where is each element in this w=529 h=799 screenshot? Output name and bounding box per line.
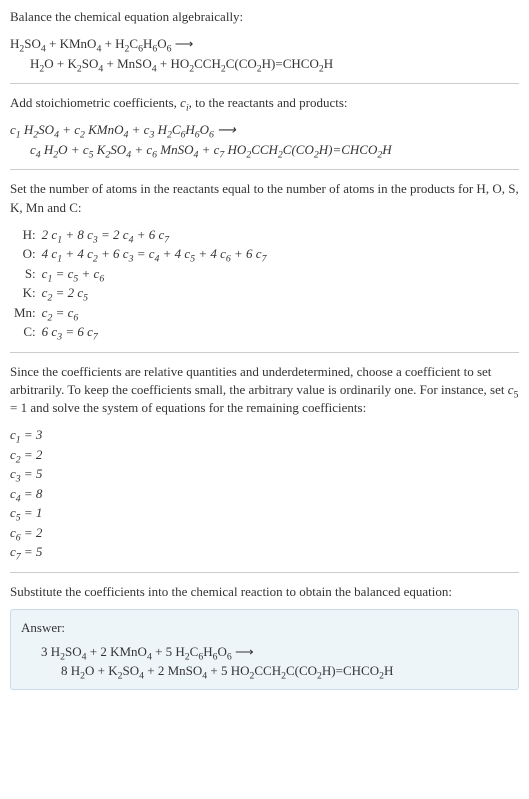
atoms-table: H: 2 c1 + 8 c3 = 2 c4 + 6 c7 O: 4 c1 + 4…	[14, 225, 266, 342]
divider	[10, 352, 519, 353]
atom-label: O:	[14, 244, 42, 264]
atom-label: K:	[14, 283, 42, 303]
atom-row: H: 2 c1 + 8 c3 = 2 c4 + 6 c7	[14, 225, 266, 245]
coefficients-list: c1 = 3 c2 = 2 c3 = 5 c4 = 8 c5 = 1 c6 = …	[10, 425, 519, 562]
atom-label: H:	[14, 225, 42, 245]
atom-label: S:	[14, 264, 42, 284]
atom-label: C:	[14, 322, 42, 342]
atom-equation: 2 c1 + 8 c3 = 2 c4 + 6 c7	[42, 225, 267, 245]
atom-row: C: 6 c3 = 6 c7	[14, 322, 266, 342]
answer-line1: 3 H2SO4 + 2 KMnO4 + 5 H2C6H6O6 ⟶	[41, 644, 254, 659]
divider	[10, 572, 519, 573]
atom-row: S: c1 = c5 + c6	[14, 264, 266, 284]
solve-intro: Since the coefficients are relative quan…	[10, 363, 519, 418]
eq2-line2: c4 H2O + c5 K2SO4 + c6 MnSO4 + c7 HO2CCH…	[10, 140, 519, 160]
coeff-row: c3 = 5	[10, 464, 519, 484]
atom-equation: 4 c1 + 4 c2 + 6 c3 = c4 + 4 c5 + 4 c6 + …	[42, 244, 267, 264]
equation-1: H2SO4 + KMnO4 + H2C6H6O6 ⟶ H2O + K2SO4 +…	[10, 34, 519, 73]
atom-equation: c2 = 2 c5	[42, 283, 267, 303]
eq2-line1: c1 H2SO4 + c2 KMnO4 + c3 H2C6H6O6 ⟶	[10, 122, 236, 137]
divider	[10, 169, 519, 170]
atom-label: Mn:	[14, 303, 42, 323]
coeff-row: c1 = 3	[10, 425, 519, 445]
equation-2: c1 H2SO4 + c2 KMnO4 + c3 H2C6H6O6 ⟶ c4 H…	[10, 120, 519, 159]
coeff-row: c7 = 5	[10, 542, 519, 562]
answer-equation: 3 H2SO4 + 2 KMnO4 + 5 H2C6H6O6 ⟶ 8 H2O +…	[21, 642, 508, 681]
answer-label: Answer:	[21, 618, 508, 638]
coeff-row: c4 = 8	[10, 484, 519, 504]
atom-row: K: c2 = 2 c5	[14, 283, 266, 303]
atom-row: O: 4 c1 + 4 c2 + 6 c3 = c4 + 4 c5 + 4 c6…	[14, 244, 266, 264]
eq1-line1: H2SO4 + KMnO4 + H2C6H6O6 ⟶	[10, 36, 193, 51]
eq1-line2: H2O + K2SO4 + MnSO4 + HO2CCH2C(CO2H)=CHC…	[10, 54, 519, 74]
coeff-row: c6 = 2	[10, 523, 519, 543]
intro-text: Balance the chemical equation algebraica…	[10, 8, 519, 26]
atom-equation: c2 = c6	[42, 303, 267, 323]
set-intro: Set the number of atoms in the reactants…	[10, 180, 519, 216]
subst-intro: Substitute the coefficients into the che…	[10, 583, 519, 601]
answer-box: Answer: 3 H2SO4 + 2 KMnO4 + 5 H2C6H6O6 ⟶…	[10, 609, 519, 690]
stoich-intro: Add stoichiometric coefficients, ci, to …	[10, 94, 519, 112]
coeff-row: c5 = 1	[10, 503, 519, 523]
answer-line2: 8 H2O + K2SO4 + 2 MnSO4 + 5 HO2CCH2C(CO2…	[41, 661, 508, 681]
coeff-row: c2 = 2	[10, 445, 519, 465]
atom-equation: c1 = c5 + c6	[42, 264, 267, 284]
atom-row: Mn: c2 = c6	[14, 303, 266, 323]
divider	[10, 83, 519, 84]
atom-equation: 6 c3 = 6 c7	[42, 322, 267, 342]
